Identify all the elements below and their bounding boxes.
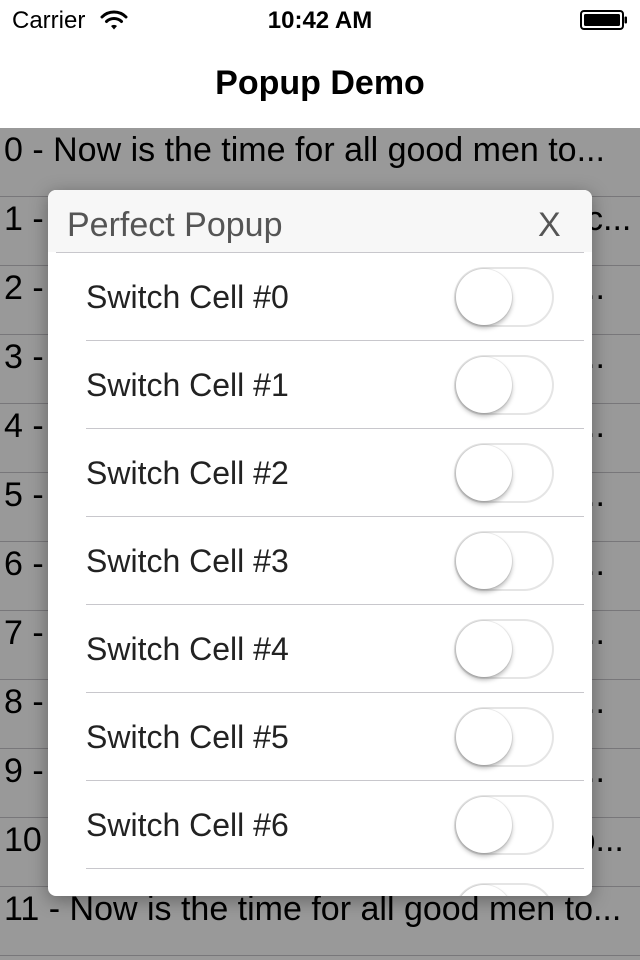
toggle-knob xyxy=(456,621,512,677)
switch-cell-label: Switch Cell #5 xyxy=(86,719,289,755)
toggle-switch[interactable] xyxy=(454,443,554,503)
toggle-switch[interactable] xyxy=(454,883,554,896)
toggle-knob xyxy=(456,885,512,896)
toggle-knob xyxy=(456,445,512,501)
toggle-knob xyxy=(456,709,512,765)
switch-cell-label: Switch Cell #4 xyxy=(86,631,289,667)
switch-cell-label: Switch Cell #3 xyxy=(86,543,289,579)
toggle-switch[interactable] xyxy=(454,531,554,591)
toggle-knob xyxy=(456,533,512,589)
toggle-knob xyxy=(456,357,512,413)
switch-cell-label: Switch Cell #1 xyxy=(86,367,289,403)
battery-icon xyxy=(580,10,627,30)
popup-header: Perfect Popup X xyxy=(48,190,592,252)
switch-cell-label: Switch Cell #0 xyxy=(86,279,289,315)
toggle-switch[interactable] xyxy=(454,267,554,327)
switch-cell-label: Switch Cell #2 xyxy=(86,455,289,491)
toggle-switch[interactable] xyxy=(454,355,554,415)
close-button[interactable]: X xyxy=(538,206,561,245)
switch-cell: Switch Cell #5 xyxy=(48,693,592,781)
status-bar: Carrier 10:42 AM xyxy=(0,0,640,40)
popup-dialog: Perfect Popup X Switch Cell #0 Switch Cel… xyxy=(48,190,592,896)
switch-cell-label: Switch Cell #6 xyxy=(86,807,289,843)
toggle-switch[interactable] xyxy=(454,795,554,855)
page-title: Popup Demo xyxy=(215,64,425,102)
clock: 10:42 AM xyxy=(267,7,373,34)
switch-cell: Switch Cell #1 xyxy=(48,341,592,429)
navigation-bar: Popup Demo xyxy=(0,40,640,129)
switch-cell: Switch Cell #0 xyxy=(48,253,592,341)
toggle-knob xyxy=(456,269,512,325)
toggle-knob xyxy=(456,797,512,853)
toggle-switch[interactable] xyxy=(454,619,554,679)
switch-cell xyxy=(48,869,592,896)
switch-cell: Switch Cell #3 xyxy=(48,517,592,605)
toggle-switch[interactable] xyxy=(454,707,554,767)
switch-cell: Switch Cell #6 xyxy=(48,781,592,869)
popup-title: Perfect Popup xyxy=(67,206,283,244)
switch-cell: Switch Cell #2 xyxy=(48,429,592,517)
switch-cell: Switch Cell #4 xyxy=(48,605,592,693)
